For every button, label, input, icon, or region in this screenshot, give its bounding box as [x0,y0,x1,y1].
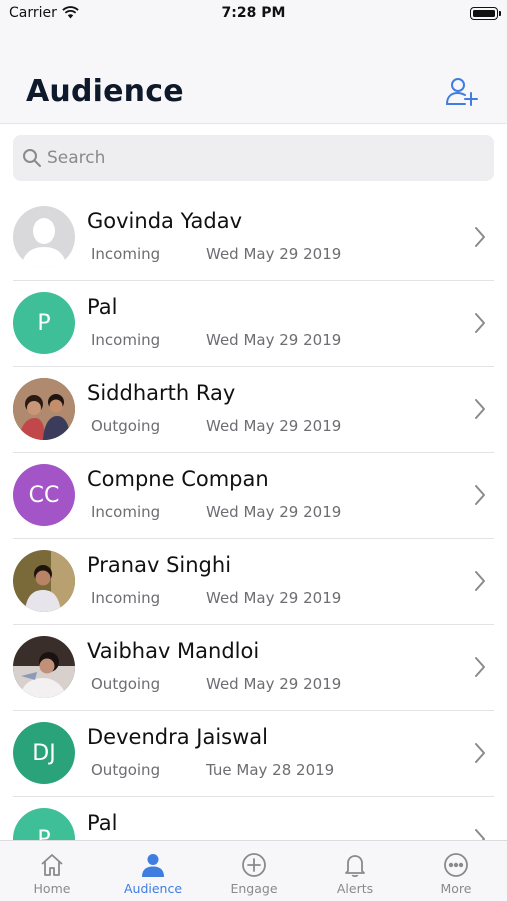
search-placeholder: Search [47,148,106,168]
contact-name: Devendra Jaiswal [87,725,268,749]
home-icon [41,854,63,876]
chevron-right-icon [475,313,485,333]
status-bar: Carrier 7:28 PM [0,0,507,30]
contact-name: Pal [87,811,118,835]
chevron-right-icon [475,743,485,763]
tab-home[interactable]: Home [12,841,92,901]
contact-date: Wed May 29 2019 [206,503,342,521]
contact-name: Pranav Singhi [87,553,232,577]
contact-row[interactable]: Vaibhav Mandloi Outgoing Wed May 29 2019 [0,624,507,711]
contact-row[interactable]: DJ Devendra Jaiswal Outgoing Tue May 28 … [0,710,507,797]
clock: 7:28 PM [221,5,286,21]
tab-more[interactable]: More [416,841,496,901]
contact-row[interactable]: Govinda Yadav Incoming Wed May 29 2019 [0,194,507,281]
chevron-right-icon [475,399,485,419]
contact-date: Wed May 29 2019 [206,417,342,435]
tab-label: More [440,881,472,896]
chevron-right-icon [475,657,485,677]
chevron-right-icon [475,571,485,591]
contact-direction: Incoming [91,331,161,349]
avatar-initials: P [13,808,75,840]
contact-name: Pal [87,295,118,319]
contact-date: Wed May 29 2019 [206,589,342,607]
chevron-right-icon [475,485,485,505]
avatar-initials: P [13,292,75,354]
contact-date: Wed May 29 2019 [206,245,342,263]
contact-date: Tue May 28 2019 [206,761,335,779]
contact-direction: Incoming [91,589,161,607]
contact-name: Vaibhav Mandloi [87,639,260,663]
battery-icon [470,7,501,20]
contact-date: Wed May 29 2019 [206,331,342,349]
avatar-initials: DJ [13,722,75,784]
contact-name: Compne Compan [87,467,269,491]
tab-label: Alerts [336,881,374,896]
tab-label: Home [33,881,71,896]
avatar-photo [13,550,75,612]
chevron-right-icon [475,227,485,247]
tab-audience[interactable]: Audience [113,841,193,901]
contact-row[interactable]: Pranav Singhi Incoming Wed May 29 2019 [0,538,507,625]
contact-row[interactable]: P Pal Incoming Wed May 29 2019 [0,280,507,367]
search-icon [23,149,41,167]
plus-circle-icon [242,853,266,877]
contact-name: Siddharth Ray [87,381,236,405]
more-icon [444,853,468,877]
page-title: Audience [26,74,184,109]
tab-label: Engage [230,881,278,896]
avatar-photo [13,378,75,440]
contact-row[interactable]: Siddharth Ray Outgoing Wed May 29 2019 [0,366,507,453]
contact-direction: Incoming [91,503,161,521]
add-user-icon[interactable] [444,74,478,108]
chevron-right-icon [475,829,485,840]
contact-direction: Outgoing [91,675,161,693]
contact-name: Govinda Yadav [87,209,242,233]
tab-engage[interactable]: Engage [214,841,294,901]
tab-alerts[interactable]: Alerts [315,841,395,901]
audience-list-screen: Search Govinda Yadav Incoming Wed May 29… [0,124,507,840]
contact-row[interactable]: P Pal [0,796,507,840]
avatar-photo [13,636,75,698]
contact-row[interactable]: CC Compne Compan Incoming Wed May 29 201… [0,452,507,539]
nav-header: Audience [0,30,507,124]
person-icon [142,854,164,877]
contact-direction: Outgoing [91,761,161,779]
contact-direction: Outgoing [91,417,161,435]
avatar-initials: CC [13,464,75,526]
search-input[interactable]: Search [13,135,494,181]
avatar-placeholder [13,206,75,268]
bell-icon [345,855,365,878]
contact-list: Govinda Yadav Incoming Wed May 29 2019 P… [0,194,507,840]
contact-direction: Incoming [91,245,161,263]
tab-label: Audience [123,881,183,896]
tab-bar: Home Audience Engage Alerts More [0,840,507,901]
contact-date: Wed May 29 2019 [206,675,342,693]
